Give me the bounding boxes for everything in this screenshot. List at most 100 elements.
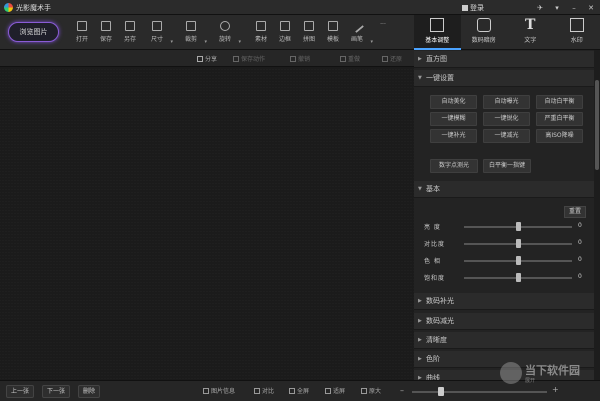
brush-button[interactable]: 画笔 ▾: [346, 18, 373, 47]
tab-text[interactable]: T 文字: [507, 15, 554, 50]
panel-tabs: 基本调整 数码暗房 T 文字 水印: [414, 15, 600, 50]
delete-image-button[interactable]: 删除: [78, 385, 101, 398]
folder-icon: [77, 21, 87, 31]
rotate-icon: [220, 21, 230, 31]
original-size-icon: [361, 388, 367, 394]
close-icon[interactable]: ✕: [584, 2, 598, 13]
menu-dropdown-icon[interactable]: ▾: [550, 2, 564, 13]
brightness-slider[interactable]: 亮 度 0: [424, 220, 589, 232]
size-dropdown-icon[interactable]: ▾: [170, 39, 173, 45]
info-icon: [203, 388, 209, 394]
original-size-button[interactable]: 原大: [361, 386, 381, 395]
contrast-slider[interactable]: 对比度 0: [424, 237, 589, 249]
image-info-button[interactable]: 图片信息: [203, 386, 235, 395]
more-button[interactable]: ···: [372, 21, 394, 47]
auto-white-balance-button[interactable]: 自动白平衡: [536, 95, 583, 109]
crop-dropdown-icon[interactable]: ▾: [204, 39, 207, 45]
section-digital-reduce-light[interactable]: ▶ 数码减光: [414, 313, 594, 330]
high-iso-denoise-button[interactable]: 高ISO降噪: [536, 129, 583, 143]
fit-screen-button[interactable]: 适屏: [325, 386, 345, 395]
slider-thumb[interactable]: [515, 256, 521, 265]
minimize-icon[interactable]: –: [567, 2, 581, 13]
zoom-out-button[interactable]: –: [400, 386, 404, 395]
plus-square-icon: [256, 21, 266, 31]
slider-thumb[interactable]: [515, 222, 521, 231]
one-click-fill-light-button[interactable]: 一键补光: [430, 129, 477, 143]
save-action-button[interactable]: 保存动作: [233, 54, 265, 63]
app-logo-icon: [4, 3, 13, 12]
one-click-blur-button[interactable]: 一键模糊: [430, 112, 477, 126]
tab-watermark[interactable]: 水印: [554, 15, 600, 50]
reset-button[interactable]: 重置: [564, 206, 586, 218]
tab-basic-adjust[interactable]: 基本调整: [414, 15, 461, 50]
image-canvas[interactable]: [0, 67, 414, 380]
open-button[interactable]: 打开: [71, 21, 93, 47]
section-one-click[interactable]: ▼ 一键设置: [414, 70, 594, 87]
disk-icon: [101, 21, 111, 31]
zoom-slider-track[interactable]: [412, 391, 547, 393]
collapse-arrow-icon: ▼: [418, 186, 422, 192]
section-basic[interactable]: ▼ 基本: [414, 181, 594, 198]
login-label: 登录: [470, 4, 484, 12]
text-icon: T: [525, 17, 536, 33]
white-balance-picker-button[interactable]: 白平衡一指键: [483, 159, 531, 173]
one-click-sharpen-button[interactable]: 一键锐化: [483, 112, 530, 126]
auto-beautify-button[interactable]: 自动美化: [430, 95, 477, 109]
undo-icon: [290, 56, 296, 62]
save-as-icon: [125, 21, 135, 31]
app-title: 光影魔术手: [16, 4, 51, 12]
hue-slider[interactable]: 色 相 0: [424, 254, 589, 266]
severe-white-balance-button[interactable]: 严重白平衡: [536, 112, 583, 126]
camera-icon: [476, 18, 491, 32]
panel-scrollbar[interactable]: [594, 50, 600, 380]
brush-icon: [349, 18, 365, 34]
resize-icon: [152, 21, 162, 31]
share-button[interactable]: 分享: [197, 54, 217, 63]
material-button[interactable]: 素材: [250, 21, 272, 47]
size-button[interactable]: 尺寸 ▾: [146, 21, 173, 47]
share-plane-icon[interactable]: ✈: [533, 2, 547, 13]
collage-button[interactable]: 拼图: [298, 21, 320, 47]
scrollbar-thumb[interactable]: [595, 80, 599, 170]
grid-icon: [304, 21, 314, 31]
save-button[interactable]: 保存: [95, 21, 117, 47]
save-as-button[interactable]: 另存: [119, 21, 141, 47]
watermark-logo-icon: [500, 362, 522, 384]
browse-images-button[interactable]: 浏览图片: [8, 22, 59, 42]
expand-arrow-icon: ▶: [418, 356, 422, 362]
zoom-slider-thumb[interactable]: [438, 387, 444, 396]
saturation-slider[interactable]: 饱和度 0: [424, 271, 589, 283]
auto-exposure-button[interactable]: 自动曝光: [483, 95, 530, 109]
compare-button[interactable]: 对比: [254, 386, 274, 395]
redo-button[interactable]: 重做: [340, 54, 360, 63]
crop-button[interactable]: 裁剪 ▾: [180, 21, 207, 47]
share-icon: [197, 56, 203, 62]
user-icon: [462, 5, 468, 11]
template-icon: [328, 21, 338, 31]
collapse-arrow-icon: ▼: [418, 75, 422, 81]
rotate-button[interactable]: 旋转 ▾: [214, 21, 241, 47]
tab-darkroom[interactable]: 数码暗房: [461, 15, 508, 50]
border-button[interactable]: 边框: [274, 21, 296, 47]
template-button[interactable]: 模板: [322, 21, 344, 47]
next-image-button[interactable]: 下一张: [42, 385, 71, 398]
expand-arrow-icon: ▶: [418, 337, 422, 343]
expand-arrow-icon: ▶: [418, 375, 422, 380]
section-histogram[interactable]: ▶ 直方图: [414, 51, 594, 68]
section-digital-fill-light[interactable]: ▶ 数码补光: [414, 293, 594, 310]
spot-metering-button[interactable]: 数字点测光: [430, 159, 478, 173]
window-controls: ✈ ▾ – ✕: [533, 2, 598, 13]
fit-screen-icon: [325, 388, 331, 394]
section-clarity[interactable]: ▶ 清晰度: [414, 332, 594, 349]
fullscreen-button[interactable]: 全屏: [289, 386, 309, 395]
slider-thumb[interactable]: [515, 273, 521, 282]
rotate-dropdown-icon[interactable]: ▾: [238, 39, 241, 45]
one-click-reduce-light-button[interactable]: 一键减光: [483, 129, 530, 143]
crop-icon: [186, 21, 196, 31]
slider-thumb[interactable]: [515, 239, 521, 248]
undo-button[interactable]: 撤销: [290, 54, 310, 63]
prev-image-button[interactable]: 上一张: [6, 385, 35, 398]
login-button[interactable]: 登录: [462, 3, 484, 13]
expand-arrow-icon: ▶: [418, 56, 422, 62]
restore-button[interactable]: 还原: [382, 54, 402, 63]
